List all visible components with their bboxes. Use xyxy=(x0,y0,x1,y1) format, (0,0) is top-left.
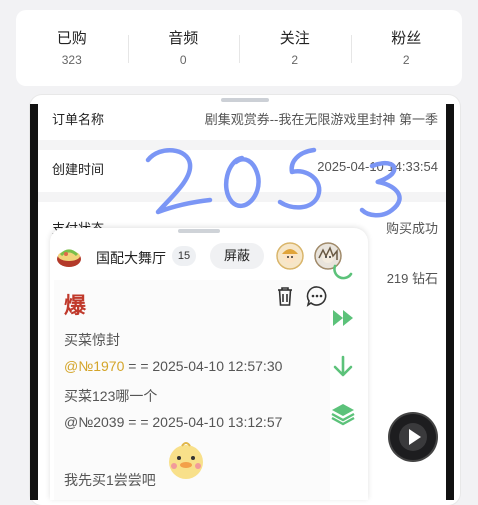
divider xyxy=(38,192,446,202)
created-time-row: 创建时间 2025-04-10 14:33:54 xyxy=(52,159,438,183)
chat-drag-handle[interactable] xyxy=(178,229,220,233)
order-name-row: 订单名称 剧集观赏券--我在无限游戏里封神 第一季 xyxy=(52,109,438,133)
floating-player-button[interactable] xyxy=(390,414,436,460)
stats-card: 已购 323 音频 0 关注 2 粉丝 2 xyxy=(16,10,462,86)
message-text: = = 2025-04-10 12:57:30 xyxy=(124,358,283,374)
chat-bubble-icon[interactable] xyxy=(306,285,328,307)
sheet-drag-handle[interactable] xyxy=(221,98,269,102)
stat-label: 音频 xyxy=(168,30,199,47)
created-time-value: 2025-04-10 14:33:54 xyxy=(317,159,438,174)
chat-message: 买菜惊封 xyxy=(64,332,120,348)
room-name[interactable]: 国配大舞厅 xyxy=(96,248,166,268)
payment-status-value: 购买成功 xyxy=(385,221,438,236)
order-name-value: 剧集观赏券--我在无限游戏里封神 第一季 xyxy=(204,112,438,127)
block-button[interactable]: 屏蔽 xyxy=(210,243,264,269)
stat-audio[interactable]: 音频 0 xyxy=(127,29,240,67)
divider xyxy=(38,140,446,150)
created-time-label: 创建时间 xyxy=(52,162,105,177)
trash-icon[interactable] xyxy=(276,286,294,306)
duck-sticker-icon xyxy=(169,442,203,479)
amount-value: 219 钻石 xyxy=(386,271,438,286)
screen-edge-left xyxy=(30,104,38,500)
stat-followers[interactable]: 粉丝 2 xyxy=(350,29,463,67)
stat-label: 粉丝 xyxy=(391,30,422,47)
chat-message: @№2039 = = 2025-04-10 13:12:57 xyxy=(64,414,283,430)
noodle-bowl-icon[interactable] xyxy=(56,243,82,269)
stat-value: 2 xyxy=(291,53,299,67)
order-name-label: 订单名称 xyxy=(52,112,105,127)
fast-forward-icon[interactable] xyxy=(330,306,356,330)
character-avatar-icon[interactable] xyxy=(276,242,304,270)
chat-message: 我先买1尝尝吧 xyxy=(64,472,156,488)
stat-value: 0 xyxy=(179,53,187,67)
screen-edge-right xyxy=(446,104,454,500)
user-mention[interactable]: @№1970 xyxy=(64,358,124,374)
layers-icon[interactable] xyxy=(330,402,356,426)
stat-value: 2 xyxy=(402,53,410,67)
stat-label: 关注 xyxy=(279,30,310,47)
chat-message: 买菜123哪一个 xyxy=(64,388,158,404)
stat-label: 已购 xyxy=(56,30,87,47)
stat-following[interactable]: 关注 2 xyxy=(239,29,351,67)
arrow-down-icon[interactable] xyxy=(330,354,356,378)
stat-value: 323 xyxy=(61,53,82,67)
banner-sticker: 爆 xyxy=(64,293,87,319)
stat-purchased[interactable]: 已购 323 xyxy=(16,29,128,67)
play-icon xyxy=(399,423,427,451)
online-count-badge: 15 xyxy=(172,246,196,266)
refresh-icon[interactable] xyxy=(330,258,356,282)
chat-message: @№1970 = = 2025-04-10 12:57:30 xyxy=(64,358,282,374)
